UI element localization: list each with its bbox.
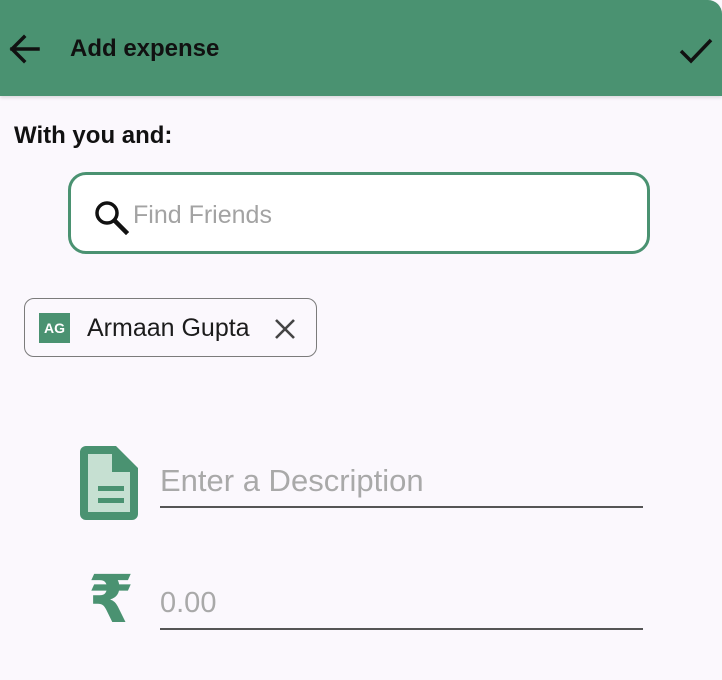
search-input[interactable] [133,195,623,235]
document-icon [80,446,138,520]
page-title: Add expense [70,35,220,62]
rupee-icon: ₹ [88,561,134,638]
description-input[interactable] [160,462,643,508]
search-icon [95,201,129,235]
close-icon[interactable] [271,315,299,343]
app-bar: Add expense [0,0,722,96]
with-you-label: With you and: [14,122,173,149]
avatar: AG [39,313,70,343]
check-icon[interactable] [678,36,714,66]
find-friends-search[interactable] [68,172,650,254]
friend-name: Armaan Gupta [87,314,250,342]
arrow-left-icon[interactable] [8,31,40,67]
friend-chip[interactable]: AG Armaan Gupta [24,298,317,357]
amount-input[interactable] [160,584,643,630]
